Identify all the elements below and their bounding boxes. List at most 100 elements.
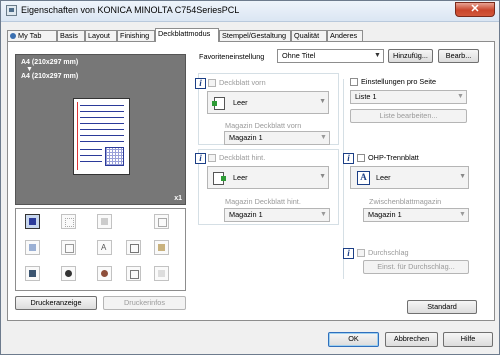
favorites-edit-button[interactable]: Bearb... [438,49,479,63]
front-cover-tray-dropdown[interactable]: Magazin 1 ▼ [224,131,330,145]
page-text-line [80,105,124,106]
stamp-glyph [158,244,165,251]
close-button[interactable]: ✕ [455,2,495,17]
user-auth-icon[interactable] [61,266,76,281]
box-icon[interactable] [154,266,169,281]
tab-my-tab[interactable]: My Tab [7,30,57,41]
per-page-list-dropdown[interactable]: Liste 1 ▼ [350,90,467,104]
properties-dialog: Eigenschaften von KONICA MINOLTA C754Ser… [0,0,500,355]
front-cover-value: Leer [233,98,248,107]
booklet-icon[interactable] [61,240,76,255]
rotate-icon[interactable] [154,214,169,229]
copies-indicator: x1 [174,195,182,202]
back-cover-dropdown[interactable]: Leer ▼ [207,166,329,189]
cover-mode-glyph [29,218,36,225]
chevron-down-icon: ▼ [374,52,381,59]
printer-info-button[interactable]: Druckerinfos [103,296,186,310]
page-text-line [80,149,102,150]
group-glyph [101,270,108,277]
page-image-block [105,147,124,166]
per-page-list-value: Liste 1 [355,92,377,101]
page-text-line [80,117,124,118]
per-page-settings-checkbox[interactable] [350,78,358,86]
carbon-checkbox[interactable] [357,249,365,257]
secure-print-icon[interactable] [126,266,141,281]
watermark-icon[interactable] [126,240,141,255]
preview-arrow: ▼ [26,66,33,73]
ohp-tray-value: Magazin 1 [368,210,402,219]
duplex-glyph [65,218,74,227]
preview-page [73,98,130,175]
tab-basis[interactable]: Basis [57,30,85,41]
page-text-line [80,111,124,112]
ohp-tray-label: Zwischenblattmagazin [369,197,442,206]
carbon-label: Durchschlag [368,248,409,257]
printer-icon [6,5,17,16]
favorites-value: Ohne Titel [282,51,316,60]
front-cover-dropdown[interactable]: Leer ▼ [207,91,329,114]
print-preview: A4 (210x297 mm) ▼ A4 (210x297 mm) x1 [15,54,186,205]
page-margin-line [77,102,78,170]
front-cover-checkbox[interactable] [208,79,216,87]
favorites-dropdown[interactable]: Ohne Titel ▼ [277,49,384,63]
ohp-tray-dropdown[interactable]: Magazin 1 ▼ [363,208,469,222]
chevron-down-icon: ▼ [320,134,327,141]
chevron-down-icon: ▼ [319,173,326,180]
title-bar: Eigenschaften von KONICA MINOLTA C754Ser… [1,1,499,22]
page-text-line [80,141,124,142]
page-text-line [80,135,124,136]
window-title: Eigenschaften von KONICA MINOLTA C754Ser… [21,5,240,15]
front-cover-tray-label: Magazin Deckblatt vorn [225,121,302,130]
favorites-add-button[interactable]: Hinzufüg... [388,49,433,63]
ohp-info-icon[interactable]: i [343,153,354,164]
tab-user-icon [10,33,16,40]
page-text-line [80,155,102,156]
tab-stempel-gestaltung[interactable]: Stempel/Gestaltung [219,30,291,41]
printer-view-button[interactable]: Druckeranzeige [15,296,97,310]
duplex-icon[interactable] [61,214,76,229]
ohp-checkbox[interactable] [357,154,365,162]
front-cover-info-icon[interactable]: i [195,78,206,89]
ohp-letter-shape: A [357,171,370,185]
preview-paper-size-in: A4 (210x297 mm) [21,59,79,66]
account-icon[interactable] [25,266,40,281]
cancel-button[interactable]: Abbrechen [385,332,438,347]
page-text-line [80,161,102,162]
ok-button[interactable]: OK [328,332,379,347]
carbon-info-icon[interactable]: i [343,248,354,259]
back-cover-info-icon[interactable]: i [195,153,206,164]
ohp-sheet-icon: A [355,170,371,185]
back-cover-tray-label: Magazin Deckblatt hint. [225,197,301,206]
green-arrow-shape [212,101,217,106]
carbon-settings-button[interactable]: Einst. für Durchschlag... [363,260,469,274]
stamp-icon[interactable] [154,240,169,255]
tab-deckblattmodus[interactable]: Deckblattmodus [155,28,219,42]
ohp-dropdown[interactable]: A Leer ▼ [350,166,469,189]
edit-list-button[interactable]: Liste bearbeiten... [350,109,467,123]
standard-button[interactable]: Standard [407,300,477,314]
front-cover-label: Deckblatt vorn [219,78,266,87]
chevron-down-icon: ▼ [320,211,327,218]
tab-qualitaet[interactable]: Qualität [291,30,327,41]
ohp-label: OHP-Trennblatt [368,153,419,162]
box-glyph [158,270,165,277]
tab-anderes[interactable]: Anderes [327,30,363,41]
chevron-down-icon: ▼ [459,211,466,218]
cover-mode-icon[interactable] [25,214,40,229]
back-cover-label: Deckblatt hint. [219,153,266,162]
tab-layout[interactable]: Layout [85,30,117,41]
back-cover-checkbox[interactable] [208,154,216,162]
chevron-down-icon: ▼ [457,93,464,100]
staple-glyph [29,244,36,251]
copies-icon[interactable] [97,214,112,229]
tab-finishing[interactable]: Finishing [117,30,155,41]
watermark-glyph [130,244,139,253]
font-icon[interactable]: A [97,240,112,255]
help-button[interactable]: Hilfe [443,332,493,347]
staple-icon[interactable] [25,240,40,255]
back-cover-tray-dropdown[interactable]: Magazin 1 ▼ [224,208,330,222]
favorites-label: Favoriteneinstellung [199,52,265,61]
preview-paper-size-out: A4 (210x297 mm) [21,73,79,80]
per-page-settings-label: Einstellungen pro Seite [361,77,437,86]
group-icon[interactable] [97,266,112,281]
